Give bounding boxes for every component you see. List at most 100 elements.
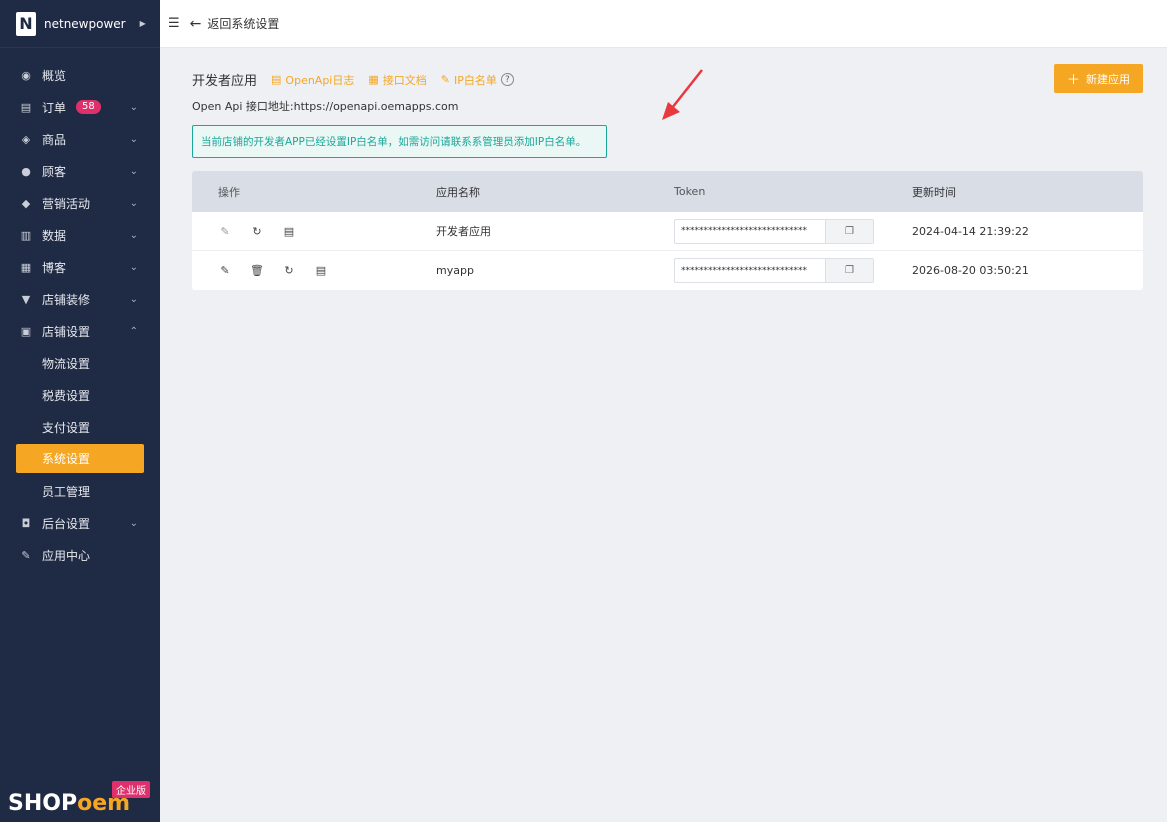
sidebar-item-label: 商品 [42, 132, 67, 147]
document-icon: ▦ [368, 73, 379, 86]
help-icon[interactable]: ? [500, 73, 514, 86]
chevron-down-icon: ⌄ [129, 517, 138, 529]
main-content: 开发者应用 ▤ OpenApi日志 ▦ 接口文档 ✎ IP白名单 ? ＋ 新建应… [160, 48, 1167, 822]
api-docs-label: 接口文档 [382, 73, 427, 87]
token-value: **************************** [681, 265, 807, 276]
ip-whitelist-link[interactable]: ✎ IP白名单 [441, 72, 497, 88]
token-cell: **************************** ❐ [674, 258, 912, 283]
chevron-down-icon: ⌄ [129, 165, 138, 177]
trash-icon[interactable]: 🗑 [250, 264, 264, 277]
plus-icon: ＋ [1066, 73, 1080, 88]
sidebar-item-label: 店铺设置 [42, 324, 91, 339]
header-time: 更新时间 [912, 185, 956, 199]
refresh-icon[interactable]: ↻ [282, 264, 296, 277]
api-docs-link[interactable]: ▦ 接口文档 [368, 72, 426, 88]
app-table: 操作 应用名称 Token 更新时间 ✎ ↻ ▤ 开发者应用 *********… [192, 171, 1143, 290]
settings-doc-icon[interactable]: ▤ [314, 264, 328, 277]
row-actions: ✎ 🗑 ↻ ▤ [192, 264, 436, 277]
back-arrow-icon[interactable]: ← [190, 16, 202, 32]
sidebar-subitem-payment[interactable]: 支付设置 [0, 411, 160, 443]
sidebar-item-label: 店铺装修 [42, 292, 91, 307]
order-icon: ▤ [20, 100, 32, 114]
sidebar-item-label: 概览 [42, 68, 67, 83]
row-actions: ✎ ↻ ▤ [192, 225, 436, 238]
sidebar-item-decoration[interactable]: ▼ 店铺装修 ⌄ [0, 283, 160, 315]
updated-time: 2026-08-20 03:50:21 [912, 264, 1029, 277]
pencil-icon: ✎ [440, 73, 450, 86]
chevron-up-icon: ⌃ [129, 325, 138, 337]
title-row: 开发者应用 ▤ OpenApi日志 ▦ 接口文档 ✎ IP白名单 ? [192, 70, 514, 89]
sidebar-item-orders[interactable]: ▤ 订单 58 ⌄ [0, 91, 160, 123]
table-header: 操作 应用名称 Token 更新时间 [192, 171, 1143, 212]
sidebar-item-label: 营销活动 [42, 196, 91, 211]
chevron-down-icon: ⌄ [129, 197, 138, 209]
top-bar: ☰ ← 返回系统设置 [160, 0, 1167, 48]
sidebar-subitem-staff[interactable]: 员工管理 [0, 475, 160, 507]
app-name: 开发者应用 [436, 225, 491, 238]
back-link[interactable]: 返回系统设置 [207, 15, 279, 32]
chevron-down-icon: ⌄ [129, 261, 138, 273]
sidebar-item-label: 后台设置 [42, 516, 91, 531]
brand-switcher[interactable]: N netnewpower ▶ [0, 0, 160, 48]
table-row: ✎ 🗑 ↻ ▤ myapp **************************… [192, 251, 1143, 290]
chevron-down-icon: ⌄ [129, 229, 138, 241]
sidebar-item-app-center[interactable]: ✎ 应用中心 [0, 539, 160, 571]
sidebar-item-data[interactable]: ▥ 数据 ⌄ [0, 219, 160, 251]
admin-icon: ◘ [21, 516, 31, 530]
sidebar-item-products[interactable]: ◈ 商品 ⌄ [0, 123, 160, 155]
new-app-button[interactable]: ＋ 新建应用 [1054, 64, 1143, 93]
sidebar: N netnewpower ▶ ◉ 概览 ▤ 订单 58 ⌄ ◈ 商品 ⌄ ● … [0, 0, 160, 822]
sidebar-item-label: 顾客 [42, 164, 67, 179]
token-value: **************************** [681, 226, 807, 236]
header-name: 应用名称 [436, 185, 480, 199]
copy-icon[interactable]: ❐ [825, 259, 873, 282]
edit-icon[interactable]: ✎ [218, 225, 232, 238]
chevron-down-icon: ⌄ [129, 101, 138, 113]
app-name: myapp [436, 264, 474, 277]
sidebar-subitem-tax[interactable]: 税费设置 [0, 379, 160, 411]
openapi-log-link[interactable]: ▤ OpenApi日志 [271, 72, 354, 88]
sidebar-item-label: 博客 [42, 260, 67, 275]
page-title: 开发者应用 [192, 74, 258, 89]
sidebar-item-marketing[interactable]: ◆ 营销活动 ⌄ [0, 187, 160, 219]
wrench-icon: ✎ [21, 548, 31, 562]
chevron-down-icon: ⌄ [129, 293, 138, 305]
sidebar-subitem-system[interactable]: 系统设置 [16, 444, 144, 473]
pointer-arrow-icon [662, 69, 703, 120]
ip-whitelist-label: IP白名单 [454, 73, 497, 87]
product-icon: ◈ [21, 132, 31, 146]
api-url: Open Api 接口地址:https://openapi.oemapps.co… [192, 100, 459, 113]
sidebar-item-label: 数据 [42, 228, 67, 243]
new-app-label: 新建应用 [1086, 72, 1130, 86]
token-cell: **************************** ❐ [674, 218, 912, 244]
order-count-badge: 58 [76, 100, 101, 114]
sidebar-item-store-settings[interactable]: ▣ 店铺设置 ⌃ [0, 315, 160, 347]
token-field: **************************** ❐ [674, 218, 874, 244]
edit-icon[interactable]: ✎ [218, 264, 232, 277]
ip-whitelist-notice: 当前店铺的开发者APP已经设置IP白名单，如需访问请联系系管理员添加IP白名单。 [192, 125, 607, 158]
sidebar-item-customers[interactable]: ● 顾客 ⌄ [0, 155, 160, 187]
paint-icon: ▼ [21, 292, 31, 306]
sidebar-nav: ◉ 概览 ▤ 订单 58 ⌄ ◈ 商品 ⌄ ● 顾客 ⌄ ◆ 营销活动 ⌄ ▥ … [0, 48, 160, 571]
sidebar-subitem-shipping[interactable]: 物流设置 [0, 347, 160, 379]
chevron-down-icon: ⌄ [129, 133, 138, 145]
copy-icon[interactable]: ❐ [825, 219, 873, 243]
updated-time: 2024-04-14 21:39:22 [912, 224, 1029, 238]
store-icon: ▣ [20, 324, 32, 338]
brand-logo: N [16, 11, 36, 36]
sidebar-item-label: 应用中心 [42, 548, 91, 563]
table-row: ✎ ↻ ▤ 开发者应用 ****************************… [192, 212, 1143, 251]
menu-icon[interactable]: ☰ [168, 16, 180, 31]
refresh-icon[interactable]: ↻ [250, 225, 264, 238]
tag-icon: ◆ [21, 196, 31, 210]
blog-icon: ▦ [20, 260, 32, 274]
store-name: netnewpower [44, 16, 126, 31]
openapi-log-label: OpenApi日志 [285, 73, 355, 87]
sidebar-item-overview[interactable]: ◉ 概览 [0, 59, 160, 91]
sidebar-item-blog[interactable]: ▦ 博客 ⌄ [0, 251, 160, 283]
sidebar-item-admin-settings[interactable]: ◘ 后台设置 ⌄ [0, 507, 160, 539]
token-field: **************************** ❐ [674, 258, 874, 283]
enterprise-badge: 企业版 [112, 781, 150, 798]
header-op: 操作 [218, 185, 240, 199]
settings-doc-icon[interactable]: ▤ [282, 225, 296, 238]
